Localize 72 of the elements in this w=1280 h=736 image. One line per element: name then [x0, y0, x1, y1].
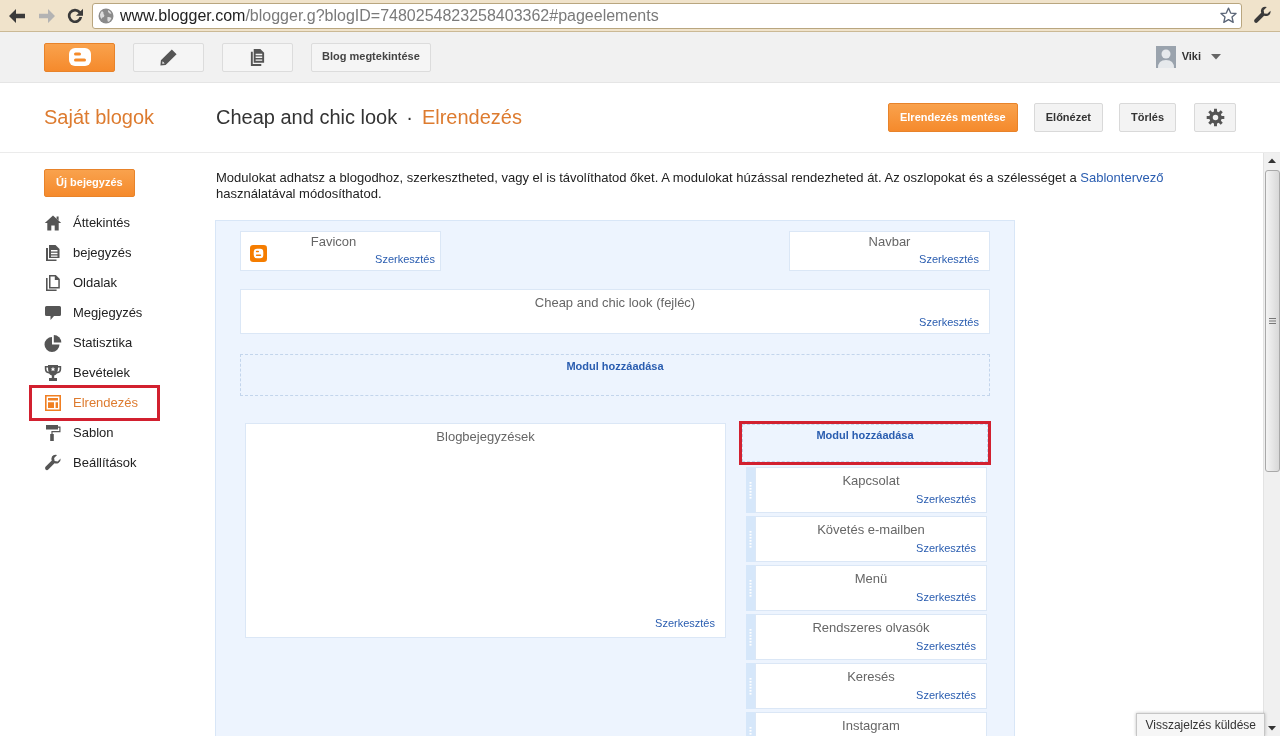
documents-icon	[44, 244, 62, 262]
avatar-icon	[1155, 46, 1176, 68]
widget-title: Kapcsolat	[841, 472, 901, 489]
sidebar-nav-item[interactable]: Sablon	[44, 418, 114, 448]
globe-icon	[98, 7, 114, 24]
sidebar-nav-item[interactable]: bejegyzés	[44, 238, 132, 268]
grip-icon	[1268, 318, 1276, 324]
widget-title: Követés e-mailben	[816, 521, 926, 538]
caret-icon	[1211, 54, 1221, 60]
sidebar-nav-item[interactable]: Statisztika	[44, 328, 133, 358]
drag-handle[interactable]	[746, 663, 755, 709]
edit-link[interactable]: Szerkesztés	[916, 541, 976, 555]
documents-icon	[249, 47, 266, 67]
comment-icon	[44, 304, 62, 322]
title-separator: ·	[406, 105, 413, 130]
widget-title: Menü	[853, 570, 889, 587]
layout-icon	[44, 394, 62, 412]
add-module-link[interactable]: Modul hozzáadása	[566, 359, 664, 373]
edit-link[interactable]: Szerkesztés	[375, 252, 435, 266]
wrench-icon[interactable]	[1253, 6, 1272, 25]
widget-title: Instagram	[841, 717, 901, 734]
favicon-icon	[250, 245, 267, 262]
sidebar-nav-item[interactable]: Oldalak	[44, 268, 118, 298]
blogger-logo-icon	[67, 47, 92, 67]
edit-link[interactable]: Szerkesztés	[916, 639, 976, 653]
edit-link[interactable]: Szerkesztés	[916, 688, 976, 702]
wrench-icon	[44, 454, 62, 472]
drag-handle[interactable]	[746, 516, 755, 562]
sidebar-nav-item[interactable]: Bevételek	[44, 358, 131, 388]
preview-button[interactable]: Előnézet	[1033, 103, 1103, 132]
blog-name: Cheap and chic look	[216, 105, 398, 130]
drag-handle[interactable]	[746, 565, 755, 611]
dashboard-button[interactable]	[44, 42, 115, 72]
feedback-button[interactable]: Visszajelzés küldése	[1136, 713, 1265, 736]
widget-title: Rendszeres olvasók	[811, 619, 931, 636]
compose-button[interactable]	[133, 42, 204, 72]
page-title: Elrendezés	[421, 105, 522, 130]
edit-link[interactable]: Szerkesztés	[655, 616, 715, 630]
reload-icon[interactable]	[66, 6, 84, 25]
widget-title: Navbar	[867, 233, 912, 250]
add-module-link[interactable]: Modul hozzáadása	[816, 428, 914, 442]
pie-chart-icon	[44, 334, 62, 352]
drag-handle[interactable]	[746, 614, 755, 660]
paint-roller-icon	[44, 424, 62, 442]
home-icon	[44, 214, 62, 232]
edit-link[interactable]: Szerkesztés	[916, 492, 976, 506]
trophy-icon	[44, 364, 62, 382]
clear-button[interactable]: Törlés	[1119, 103, 1176, 132]
page-icon	[44, 274, 62, 292]
settings-button[interactable]	[1194, 103, 1236, 132]
address-bar[interactable]: www.blogger.com/blogger.g?blogID=7480254823258403362#pageelements	[92, 2, 1242, 29]
sidebar-nav-item[interactable]: Áttekintés	[44, 208, 131, 238]
pencil-icon	[159, 47, 178, 67]
scrollbar-thumb[interactable]	[1264, 170, 1280, 472]
sidebar-nav-item[interactable]: Megjegyzés	[44, 298, 143, 328]
widget-title: Cheap and chic look (fejléc)	[533, 294, 697, 311]
view-blog-button[interactable]: Blog megtekintése	[311, 42, 431, 72]
scrollbar-track[interactable]	[1263, 153, 1280, 736]
drag-handle[interactable]	[746, 467, 755, 513]
edit-link[interactable]: Szerkesztés	[919, 252, 979, 266]
star-icon[interactable]	[1220, 7, 1237, 24]
widget-title: Favicon	[309, 233, 358, 250]
sidebar-nav-item[interactable]: Beállítások	[44, 448, 137, 478]
intro-text: Modulokat adhatsz a blogodhoz, szerkesztheted, vagy el is távolíthatod őket. A modulokat húzással rendezheted át. Az oszlopokat és a szélességet a Sablontervező használatával módosíthatod.	[216, 170, 1165, 202]
account-menu-button[interactable]: Viki	[1155, 46, 1221, 68]
edit-link[interactable]: Szerkesztés	[916, 590, 976, 604]
posts-button[interactable]	[222, 42, 293, 72]
edit-link[interactable]: Szerkesztés	[919, 315, 979, 329]
template-designer-link[interactable]: Sablontervező	[1080, 170, 1164, 185]
widget-title: Blogbejegyzések	[435, 428, 536, 445]
settings-icon	[1205, 108, 1225, 127]
widget-title: Keresés	[846, 668, 896, 685]
